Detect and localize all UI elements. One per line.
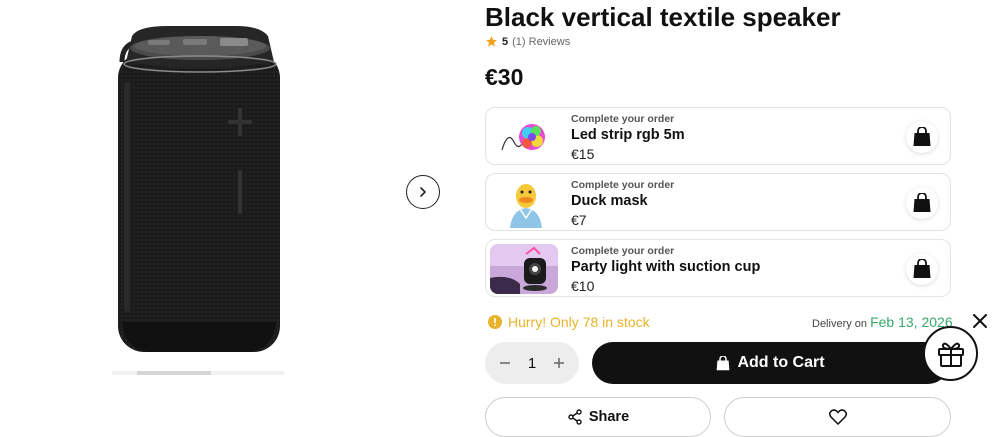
close-icon[interactable] <box>970 311 990 331</box>
share-icon <box>568 409 582 425</box>
plus-icon[interactable] <box>549 353 569 373</box>
quantity-value[interactable]: 1 <box>528 355 536 372</box>
chevron-right-icon <box>420 187 426 197</box>
shopping-bag-icon <box>913 193 931 212</box>
gallery-thumbnail-active <box>137 371 211 375</box>
upsell-price: €7 <box>571 212 587 228</box>
upsell-card-party-light[interactable]: Complete your order Party light with suc… <box>485 239 951 297</box>
duck-mask-thumb <box>490 178 558 228</box>
product-title: Black vertical textile speaker <box>485 2 841 32</box>
upsell-eyebrow: Complete your order <box>571 113 675 125</box>
rating-count[interactable]: (1) Reviews <box>512 36 570 48</box>
minus-icon[interactable] <box>495 353 515 373</box>
delivery-label: Delivery on <box>812 318 868 330</box>
upsell-name[interactable]: Led strip rgb 5m <box>571 127 685 143</box>
gift-button[interactable] <box>923 326 978 381</box>
gallery-thumbnail-bar <box>112 371 284 375</box>
party-light-thumb <box>490 244 558 294</box>
quantity-stepper: 1 <box>485 342 579 384</box>
upsell-card-duck-mask[interactable]: Complete your order Duck mask €7 <box>485 173 951 231</box>
upsell-card-led-strip[interactable]: Complete your order Led strip rgb 5m €15 <box>485 107 951 165</box>
upsell-price: €15 <box>571 146 595 162</box>
star-icon <box>486 36 497 47</box>
stock-message: Hurry! Only 78 in stock <box>508 314 650 330</box>
upsell-eyebrow: Complete your order <box>571 245 675 257</box>
shopping-bag-icon <box>913 127 931 146</box>
rating-score: 5 <box>502 35 509 48</box>
stock-notice: Hurry! Only 78 in stock <box>488 314 650 330</box>
share-button[interactable]: Share <box>485 397 711 437</box>
share-label: Share <box>588 409 630 425</box>
product-gallery <box>0 0 470 427</box>
add-to-cart-button[interactable]: Add to Cart <box>592 342 949 384</box>
upsell-eyebrow: Complete your order <box>571 179 675 191</box>
shopping-bag-icon <box>717 355 730 370</box>
upsell-name[interactable]: Party light with suction cup <box>571 259 760 275</box>
upsell-price: €10 <box>571 278 595 294</box>
shopping-bag-icon <box>913 259 931 278</box>
add-upsell-button[interactable] <box>906 253 938 285</box>
upsell-list: Complete your order Led strip rgb 5m €15… <box>485 107 951 305</box>
wishlist-button[interactable] <box>724 397 951 437</box>
led-strip-thumb <box>490 112 558 162</box>
heart-icon <box>828 409 847 425</box>
add-to-cart-label: Add to Cart <box>737 354 825 371</box>
speaker-product-image[interactable] <box>108 22 288 362</box>
warning-icon <box>488 315 502 329</box>
add-upsell-button[interactable] <box>906 121 938 153</box>
gallery-next-button[interactable] <box>406 175 440 209</box>
delivery-estimate: Delivery on Feb 13, 2026 <box>812 314 953 330</box>
gift-icon <box>937 342 964 367</box>
product-price: €30 <box>485 64 524 90</box>
upsell-name[interactable]: Duck mask <box>571 193 648 209</box>
product-rating[interactable]: 5 (1) Reviews <box>485 35 570 48</box>
add-upsell-button[interactable] <box>906 187 938 219</box>
